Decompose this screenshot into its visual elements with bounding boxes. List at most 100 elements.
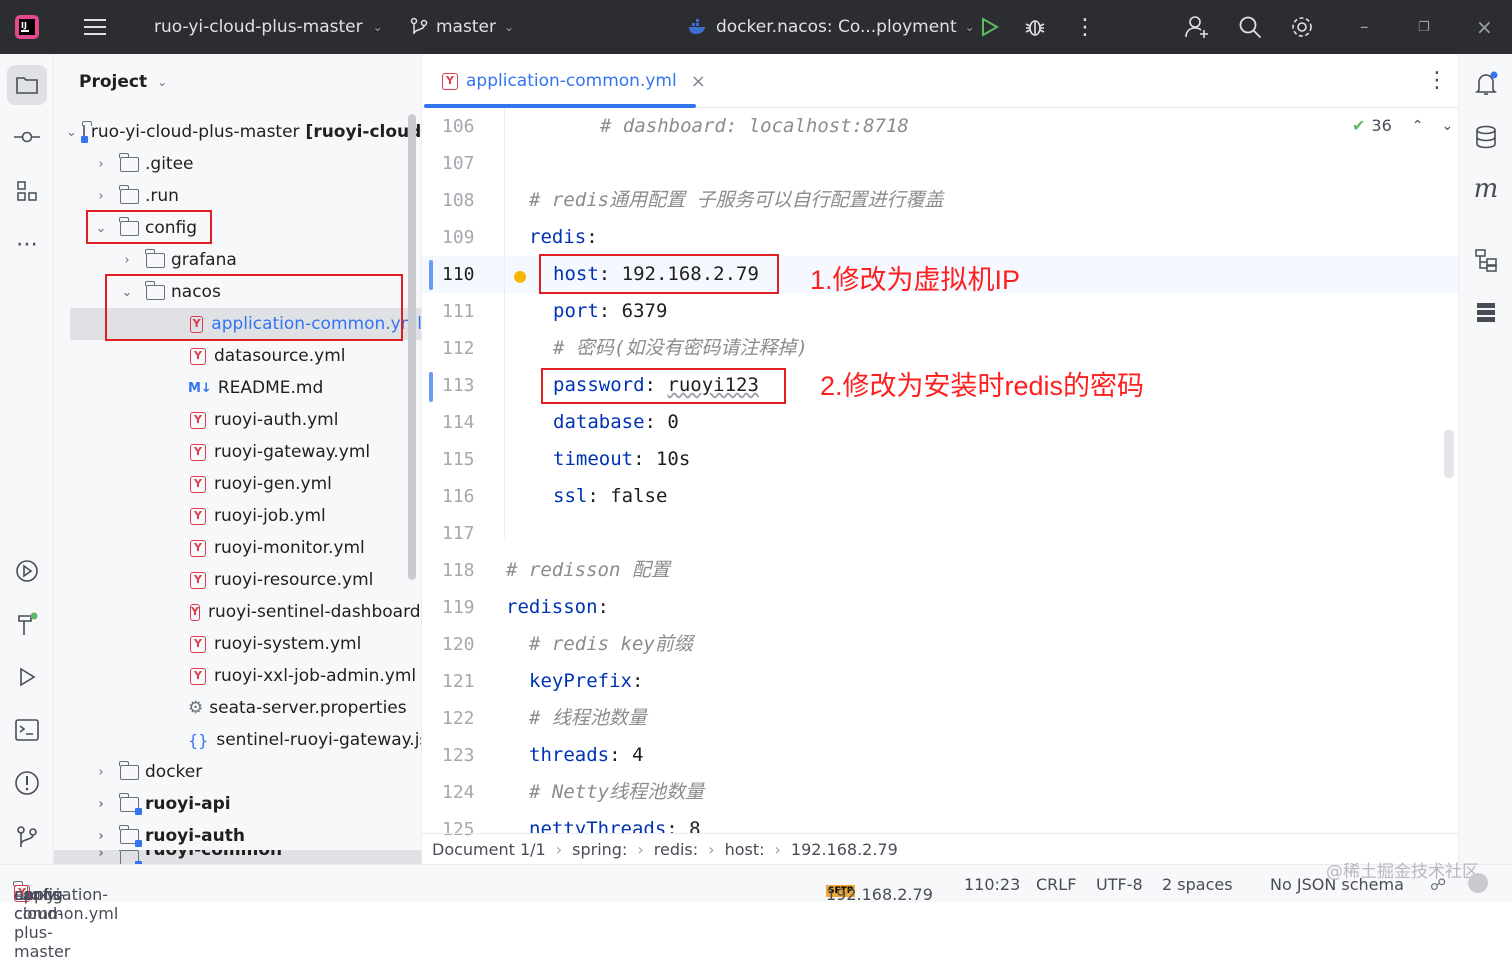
tree-item-ruoyi-gen-yml[interactable]: Y ruoyi-gen.yml bbox=[70, 468, 421, 500]
settings-gear-icon[interactable] bbox=[1290, 0, 1314, 54]
chevron-down-icon: ⌄ bbox=[503, 20, 515, 34]
tree-item-ruoyi-common[interactable]: › ruoyi-common bbox=[54, 850, 421, 864]
add-user-icon[interactable] bbox=[1184, 0, 1210, 54]
more-tools-icon[interactable]: ⋯ bbox=[7, 224, 47, 264]
run-config-selector[interactable]: docker.nacos: Co...ployment ⌄ bbox=[688, 0, 975, 54]
breadcrumb-spring[interactable]: spring: bbox=[572, 840, 627, 859]
tree-item-ruoyi-gateway-yml[interactable]: Y ruoyi-gateway.yml bbox=[70, 436, 421, 468]
highlight-box-host bbox=[539, 254, 779, 294]
tree-item-ruoyi-monitor-yml[interactable]: Y ruoyi-monitor.yml bbox=[70, 532, 421, 564]
status-path-file[interactable]: application-common.yml bbox=[14, 885, 118, 923]
status-cursor-position[interactable]: 110:23 bbox=[964, 875, 1020, 894]
breadcrumb-value[interactable]: 192.168.2.79 bbox=[791, 840, 898, 859]
tree-item-gitee[interactable]: › .gitee bbox=[54, 148, 421, 180]
yaml-file-icon: Y bbox=[190, 603, 200, 621]
maven-icon[interactable]: m bbox=[1466, 169, 1506, 209]
build-hammer-icon[interactable] bbox=[7, 605, 47, 645]
commit-icon[interactable] bbox=[7, 117, 47, 157]
run-button[interactable] bbox=[978, 0, 1000, 54]
status-indent[interactable]: 2 spaces bbox=[1162, 875, 1233, 894]
code-text-area[interactable]: # dashboard: localhost:8718 # redis通用配置 … bbox=[422, 108, 1458, 833]
tree-item-ruoyi-xxl-job-yml[interactable]: Y ruoyi-xxl-job-admin.yml bbox=[70, 660, 421, 692]
tree-item-run[interactable]: › .run bbox=[54, 180, 421, 212]
tree-item-seata-properties[interactable]: ⚙ seata-server.properties bbox=[70, 692, 421, 724]
yaml-file-icon: Y bbox=[190, 571, 206, 589]
tree-item-ruoyi-resource-yml[interactable]: Y ruoyi-resource.yml bbox=[70, 564, 421, 596]
database-icon[interactable] bbox=[1466, 117, 1506, 157]
notifications-bell-icon[interactable] bbox=[1466, 64, 1506, 104]
search-icon[interactable] bbox=[1238, 0, 1262, 54]
code-line: timeout: 10s bbox=[553, 448, 691, 470]
tab-application-common[interactable]: Y application-common.yml × bbox=[442, 54, 706, 108]
run-icon[interactable] bbox=[7, 657, 47, 697]
tree-item-ruoyi-auth-yml[interactable]: Y ruoyi-auth.yml bbox=[70, 404, 421, 436]
chevron-down-icon[interactable]: ⌄ bbox=[1442, 118, 1454, 134]
tree-item-docker[interactable]: › docker bbox=[54, 756, 421, 788]
code-line: nettyThreads: 8 bbox=[529, 811, 701, 833]
debug-button[interactable] bbox=[1024, 0, 1046, 54]
vertical-scrollbar[interactable] bbox=[1444, 430, 1454, 478]
yaml-file-icon: Y bbox=[190, 539, 206, 557]
git-icon[interactable] bbox=[7, 817, 47, 857]
tree-item-ruoyi-api[interactable]: › ruoyi-api bbox=[54, 788, 421, 820]
close-tab-icon[interactable]: × bbox=[691, 71, 706, 92]
branch-name: master bbox=[436, 17, 496, 37]
status-encoding[interactable]: UTF-8 bbox=[1096, 875, 1143, 894]
title-bar: IJ ruo-yi-cloud-plus-master ⌄ master ⌄ d… bbox=[0, 0, 1512, 54]
tree-item-ruoyi-job-yml[interactable]: Y ruoyi-job.yml bbox=[70, 500, 421, 532]
project-scrollbar[interactable] bbox=[408, 114, 416, 580]
highlight-box-config bbox=[86, 210, 212, 244]
main-menu-icon[interactable] bbox=[84, 0, 108, 54]
services-icon[interactable] bbox=[7, 551, 47, 591]
project-panel: Project ⌄ ⌄ ruo-yi-cloud-plus-master [ru… bbox=[54, 54, 422, 864]
tree-item-ruoyi-sentinel-yml[interactable]: Y ruoyi-sentinel-dashboard.yml bbox=[70, 596, 421, 628]
structure-icon[interactable] bbox=[7, 171, 47, 211]
intention-bulb-icon[interactable]: ● bbox=[514, 263, 526, 287]
tree-label: ruoyi-job.yml bbox=[214, 506, 326, 526]
tree-item-ruoyi-auth[interactable]: › ruoyi-auth bbox=[54, 820, 421, 852]
module-folder-icon bbox=[119, 850, 142, 864]
close-window-icon[interactable]: × bbox=[1476, 0, 1493, 54]
module-folder-icon bbox=[80, 120, 93, 143]
server-icon[interactable] bbox=[1466, 292, 1506, 332]
bookmarks-icon[interactable] bbox=[1466, 240, 1506, 280]
tree-label: seata-server.properties bbox=[209, 698, 407, 718]
code-line: redis: bbox=[529, 226, 598, 248]
chevron-down-icon: ⌄ bbox=[157, 75, 168, 89]
memory-indicator-icon[interactable] bbox=[1468, 873, 1488, 893]
tree-item-grafana[interactable]: › grafana bbox=[54, 244, 421, 276]
status-bar: ruo-yi-cloud-plus-master › config › naco… bbox=[0, 862, 1512, 961]
app-logo-icon[interactable]: IJ bbox=[14, 0, 40, 54]
breadcrumb-host[interactable]: host: bbox=[725, 840, 765, 859]
svg-text:IJ: IJ bbox=[21, 21, 27, 30]
tree-item-datasource[interactable]: Y datasource.yml bbox=[70, 340, 421, 372]
project-folder-icon[interactable] bbox=[7, 65, 47, 105]
breadcrumb-redis[interactable]: redis: bbox=[654, 840, 698, 859]
tree-item-sentinel-json[interactable]: {} sentinel-ruoyi-gateway.json bbox=[70, 724, 421, 756]
tree-item-root[interactable]: ⌄ ruo-yi-cloud-plus-master [ruoyi-cloud- bbox=[54, 116, 421, 148]
project-panel-header[interactable]: Project ⌄ bbox=[79, 72, 167, 92]
status-sftp-host: 192.168.2.79 bbox=[826, 885, 933, 904]
lock-icon[interactable]: ☍ bbox=[1430, 875, 1446, 894]
chevron-right-icon: › bbox=[98, 188, 104, 204]
chevron-up-icon[interactable]: ⌃ bbox=[1412, 118, 1424, 134]
tree-item-ruoyi-system-yml[interactable]: Y ruoyi-system.yml bbox=[70, 628, 421, 660]
tree-label: docker bbox=[145, 762, 203, 782]
more-actions-icon[interactable]: ⋮ bbox=[1074, 0, 1096, 54]
chevron-down-icon: ⌄ bbox=[66, 124, 77, 140]
terminal-icon[interactable] bbox=[7, 710, 47, 750]
yaml-value: 4 bbox=[631, 744, 644, 766]
minimize-window-icon[interactable]: – bbox=[1360, 0, 1369, 54]
project-switcher[interactable]: ruo-yi-cloud-plus-master ⌄ bbox=[154, 0, 383, 54]
tree-item-readme[interactable]: M↓ README.md bbox=[70, 372, 421, 404]
inspection-widget[interactable]: ✔ 36 ⌃ ⌄ bbox=[1352, 116, 1453, 135]
status-line-separator[interactable]: CRLF bbox=[1036, 875, 1076, 894]
breadcrumb-document[interactable]: Document 1/1 bbox=[432, 840, 546, 859]
tab-options-icon[interactable]: ⋮ bbox=[1426, 68, 1448, 93]
problems-icon[interactable] bbox=[7, 763, 47, 803]
module-folder-icon bbox=[119, 792, 142, 815]
folder-icon bbox=[119, 184, 139, 204]
code-comment: # redis key前缀 bbox=[529, 633, 693, 655]
branch-switcher[interactable]: master ⌄ bbox=[410, 0, 514, 54]
restore-window-icon[interactable]: ❐ bbox=[1418, 0, 1430, 54]
